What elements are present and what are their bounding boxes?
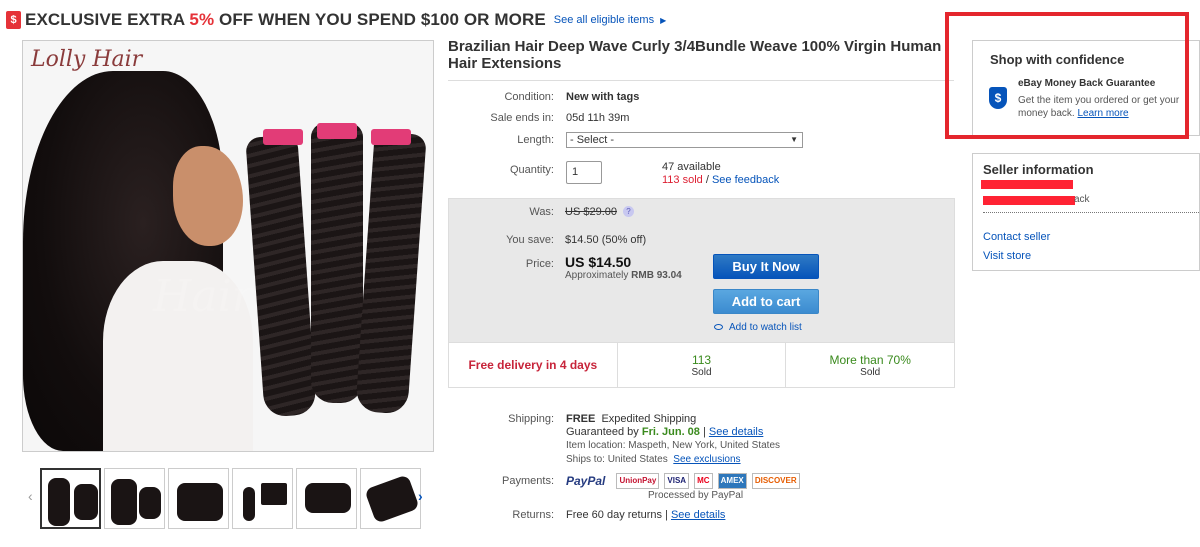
- chevron-down-icon: ▼: [790, 135, 798, 144]
- see-eligible-items-link[interactable]: See all eligible items: [554, 14, 654, 26]
- length-select[interactable]: - Select - ▼: [566, 132, 803, 148]
- sold-count: 113 sold: [662, 174, 703, 186]
- divider: [448, 80, 954, 81]
- guaranteed-delivery: Guaranteed by Fri. Jun. 08 | See details: [566, 426, 764, 438]
- highlight-frame: [945, 12, 1189, 139]
- length-label: Length:: [517, 134, 554, 146]
- paypal-logo: PayPal: [566, 474, 606, 488]
- buy-it-now-button[interactable]: Buy It Now: [713, 254, 819, 279]
- see-feedback-link[interactable]: See feedback: [712, 174, 779, 186]
- condition-value: New with tags: [566, 91, 640, 103]
- current-price: US $14.50: [565, 254, 632, 270]
- mastercard-icon: MC: [694, 473, 713, 489]
- shipping-see-details-link[interactable]: See details: [709, 426, 763, 438]
- sold-stat: 113 Sold: [618, 343, 787, 387]
- available-count: 47 available: [662, 161, 721, 173]
- visit-store-link[interactable]: Visit store: [983, 250, 1031, 262]
- returns-value: Free 60 day returns | See details: [566, 509, 726, 521]
- thumbnail[interactable]: [296, 468, 357, 529]
- thumbnail[interactable]: [232, 468, 293, 529]
- dotted-divider: [983, 212, 1199, 213]
- thumbnail[interactable]: [360, 468, 421, 529]
- discover-icon: DISCOVER: [751, 473, 800, 489]
- processed-by-paypal: Processed by PayPal: [648, 490, 744, 501]
- returns-label: Returns:: [512, 509, 554, 521]
- add-to-watch-list-link[interactable]: Add to watch list: [714, 322, 802, 333]
- feedback-text: ack: [1074, 194, 1090, 205]
- arrow-right-icon: ▶: [660, 15, 667, 25]
- you-save-value: $14.50 (50% off): [565, 234, 647, 246]
- ships-to: Ships to: United States See exclusions: [566, 454, 741, 465]
- main-product-image[interactable]: Lolly Hair Hair: [22, 40, 434, 452]
- approx-price: Approximately RMB 93.04: [565, 270, 682, 281]
- amex-icon: AMEX: [717, 473, 747, 489]
- price-label: Price:: [525, 258, 554, 270]
- sale-ends-label: Sale ends in:: [490, 112, 554, 124]
- thumbnail[interactable]: [40, 468, 101, 529]
- item-location: Item location: Maspeth, New York, United…: [566, 440, 780, 451]
- promo-text: EXCLUSIVE EXTRA 5% OFF WHEN YOU SPEND $1…: [25, 10, 546, 29]
- promo-tag-icon: $: [6, 11, 21, 29]
- visa-icon: VISA: [664, 473, 690, 489]
- redacted-feedback: [983, 196, 1075, 205]
- payment-methods: PayPal UnionPay VISA MC AMEX DISCOVER: [566, 473, 802, 489]
- thumbnail[interactable]: [104, 468, 165, 529]
- payments-label: Payments:: [502, 475, 554, 487]
- thumbnails-next-arrow[interactable]: ›: [418, 488, 423, 504]
- item-title: Brazilian Hair Deep Wave Curly 3/4Bundle…: [448, 38, 942, 72]
- brand-logo: Lolly Hair: [31, 47, 143, 72]
- sale-ends-value: 05d 11h 39m: [566, 112, 630, 124]
- add-to-cart-button[interactable]: Add to cart: [713, 289, 819, 314]
- eye-icon: [714, 324, 723, 331]
- contact-seller-link[interactable]: Contact seller: [983, 231, 1050, 243]
- shipping-value: FREE Expedited Shipping: [566, 413, 697, 425]
- promo-percent: 5%: [189, 10, 215, 29]
- sell-through-stat: More than 70% Sold: [829, 352, 911, 378]
- promo-banner: $ EXCLUSIVE EXTRA 5% OFF WHEN YOU SPEND …: [6, 8, 666, 32]
- quantity-label: Quantity:: [509, 164, 554, 176]
- seller-info-title: Seller information: [983, 162, 1094, 177]
- stats-bar: Free delivery in 4 days 113 Sold More tha…: [448, 342, 955, 388]
- redacted-seller-name: [981, 180, 1073, 189]
- see-exclusions-link[interactable]: See exclusions: [673, 454, 740, 465]
- seller-information-box: Seller information ack Contact seller Vi…: [972, 153, 1200, 271]
- watermark: Hair: [153, 271, 253, 322]
- thumbnail-strip: [40, 468, 421, 529]
- thumbnails-prev-arrow[interactable]: ‹: [28, 488, 33, 504]
- condition-label: Condition:: [504, 91, 554, 103]
- sold-info: 113 sold / See feedback: [662, 174, 780, 186]
- unionpay-icon: UnionPay: [616, 473, 660, 489]
- you-save-label: You save:: [506, 234, 554, 246]
- info-icon[interactable]: ?: [623, 206, 634, 217]
- delivery-stat: Free delivery in 4 days: [449, 343, 618, 387]
- returns-see-details-link[interactable]: See details: [671, 509, 725, 521]
- was-price: US $29.00: [565, 206, 617, 218]
- thumbnail[interactable]: [168, 468, 229, 529]
- shipping-label: Shipping:: [508, 413, 554, 425]
- was-label: Was:: [529, 206, 554, 218]
- quantity-input[interactable]: 1: [566, 161, 602, 184]
